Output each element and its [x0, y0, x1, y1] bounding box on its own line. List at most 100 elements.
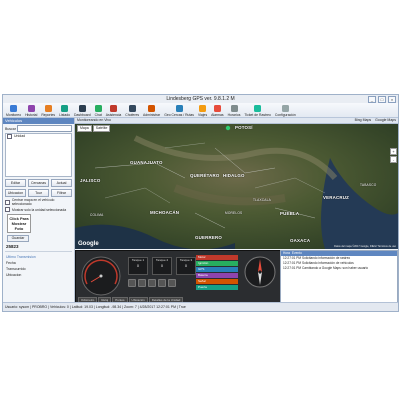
engine-icon: [128, 279, 136, 287]
satellite-map[interactable]: [75, 118, 398, 249]
tab-map[interactable]: Mapa: [77, 125, 92, 132]
fuel-tanks: Tanque 1 0 Tanque 2 0 Tanque 3 0: [128, 257, 196, 275]
toolbar-icon: [254, 105, 262, 112]
map-type-tabs: Mapa Satélite: [77, 125, 111, 132]
photo-box-line3: Foto: [14, 226, 24, 231]
minimize-button[interactable]: _: [368, 96, 376, 103]
toolbar-button-8[interactable]: Administrar: [142, 105, 161, 117]
indicator-icons: [128, 279, 176, 287]
map-area[interactable]: Monitoreando en Vivo Bing Maps Google Ma…: [75, 118, 398, 249]
toolbar-button-9[interactable]: Geo Cercas / Rutas: [163, 105, 195, 117]
location-label: Ubicacion: [6, 273, 22, 277]
show-only-checkbox[interactable]: [5, 207, 10, 212]
vehicle-checkbox[interactable]: [7, 134, 12, 139]
signal-icon: [168, 279, 176, 287]
toolbar-label: Asistencia: [105, 113, 122, 117]
main-toolbar: Monitoreo Historial Reportes Listado Dashboa…: [3, 103, 398, 118]
save-button[interactable]: Guardar: [7, 235, 29, 242]
center-map-option[interactable]: Centrar mapa en el vehículo seleccionado: [5, 198, 72, 206]
window-controls: _ □ ×: [368, 96, 396, 103]
toolbar-button-10[interactable]: Viajes: [197, 105, 208, 117]
toolbar-button-13[interactable]: Ticket de Rastreo: [243, 105, 271, 117]
nearby-button[interactable]: Cercanas: [28, 179, 49, 187]
map-label: GUERRERO: [195, 235, 222, 240]
toolbar-icon: [230, 105, 238, 112]
center-map-checkbox[interactable]: [5, 199, 10, 205]
action-buttons-row2: Ubicacion Tour Filtrar: [5, 189, 72, 197]
search-label: Buscar: [5, 126, 16, 131]
toolbar-button-14[interactable]: Configuración: [274, 105, 297, 117]
map-label: TLAXCALA: [253, 198, 271, 202]
toolbar-button-7[interactable]: Choferes: [124, 105, 140, 117]
map-label: POTOSÍ: [235, 125, 253, 130]
vehicle-list[interactable]: Unidad: [5, 133, 72, 177]
toolbar-icon: [199, 105, 207, 112]
tab-satellite[interactable]: Satélite: [92, 125, 111, 132]
map-label: PUEBLA: [280, 211, 300, 216]
map-label: HIDALGO: [223, 173, 245, 178]
toolbar-button-4[interactable]: Dashboard: [73, 105, 92, 117]
toolbar-icon: [213, 105, 221, 112]
tank-value: 0: [137, 264, 139, 268]
zoom-in-button[interactable]: +: [390, 148, 397, 155]
map-label: QUERÉTARO: [190, 173, 220, 178]
toolbar-label: Listado: [59, 113, 71, 117]
toolbar-button-11[interactable]: Alarmas: [210, 105, 224, 117]
tank-value: 0: [185, 264, 187, 268]
divider: [5, 251, 72, 252]
toolbar-label: Chat: [94, 113, 102, 117]
zoom-out-button[interactable]: -: [390, 156, 397, 163]
toolbar-button-0[interactable]: Monitoreo: [5, 105, 22, 117]
toolbar-label: Viajes: [197, 113, 208, 117]
center-map-label: Centrar mapa en el vehículo seleccionado: [11, 198, 55, 206]
list-item[interactable]: Unidad: [6, 134, 71, 139]
status-row: Motor: [196, 255, 238, 260]
map-label: GUANAJUATO: [130, 160, 163, 165]
search-row: Buscar: [5, 125, 72, 132]
vehicle-dashboard: Tanque 1 0 Tanque 2 0 Tanque 3 0 Motor Ignició…: [75, 250, 281, 305]
vehicles-header: Vehiculos: [3, 118, 74, 124]
tour-button[interactable]: Tour: [28, 189, 49, 197]
toolbar-icon: [148, 105, 156, 112]
status-panel: Motor Ignición GPS Batería Señal Puerta: [196, 255, 238, 295]
search-input[interactable]: [16, 125, 72, 132]
toolbar-label: Alarmas: [211, 113, 224, 117]
toolbar-label: Horarios: [227, 113, 241, 117]
zoom-control: + -: [390, 148, 397, 164]
location-button[interactable]: Ubicacion: [5, 189, 26, 197]
map-attribution: Datos del mapa ©2017 Google, INEGI Térmi…: [334, 245, 396, 248]
toolbar-button-6[interactable]: Asistencia: [105, 105, 122, 117]
toolbar-button-3[interactable]: Listado: [58, 105, 71, 117]
tank-label: Tanque 1: [131, 258, 145, 262]
toolbar-button-1[interactable]: Historial: [24, 105, 38, 117]
map-label: MICHOACÁN: [150, 210, 180, 215]
status-row: Batería: [196, 273, 238, 278]
toolbar-icon: [61, 105, 69, 112]
refresh-button[interactable]: Actual: [51, 179, 72, 187]
close-button[interactable]: ×: [388, 96, 396, 103]
toolbar-icon: [94, 105, 102, 112]
toolbar-button-2[interactable]: Reportes: [40, 105, 56, 117]
app-window: Lindesberg GPS ver. 9.8.1.2 M _ □ × Moni…: [2, 94, 399, 312]
compass-icon: [244, 256, 276, 288]
map-label: COLIMA: [90, 213, 104, 217]
window-title: Lindesberg GPS ver. 9.8.1.2 M: [166, 96, 235, 102]
event-row: 12:27:01 PM Cambiando a Google Maps: son…: [283, 266, 369, 270]
filter-button[interactable]: Filtrar: [51, 189, 72, 197]
bing-maps-link[interactable]: Bing Maps: [355, 118, 372, 123]
maximize-button[interactable]: □: [378, 96, 386, 103]
tank-gauge: Tanque 1 0: [128, 257, 148, 275]
show-only-option[interactable]: Mostrar solo la unidad seleccionada: [5, 207, 72, 212]
toolbar-label: Ticket de Rastreo: [244, 113, 271, 117]
toolbar-button-12[interactable]: Horarios: [227, 105, 242, 117]
toolbar-button-5[interactable]: Chat: [94, 105, 103, 117]
google-maps-link[interactable]: Google Maps: [375, 118, 396, 123]
status-bar: Usuario: sysom | PROBRO | Vehiculos: 0 |…: [3, 302, 398, 311]
toolbar-icon: [175, 105, 183, 112]
toolbar-icon: [27, 105, 35, 112]
events-log: Hora Evento 12:27:01 PM Solicitando info…: [280, 250, 398, 305]
photo-box[interactable]: Click Para Mostrar Foto: [7, 214, 31, 233]
action-buttons-row1: Editar Cercanas Actual: [5, 179, 72, 187]
map-label: OAXACA: [290, 238, 311, 243]
edit-button[interactable]: Editar: [5, 179, 26, 187]
